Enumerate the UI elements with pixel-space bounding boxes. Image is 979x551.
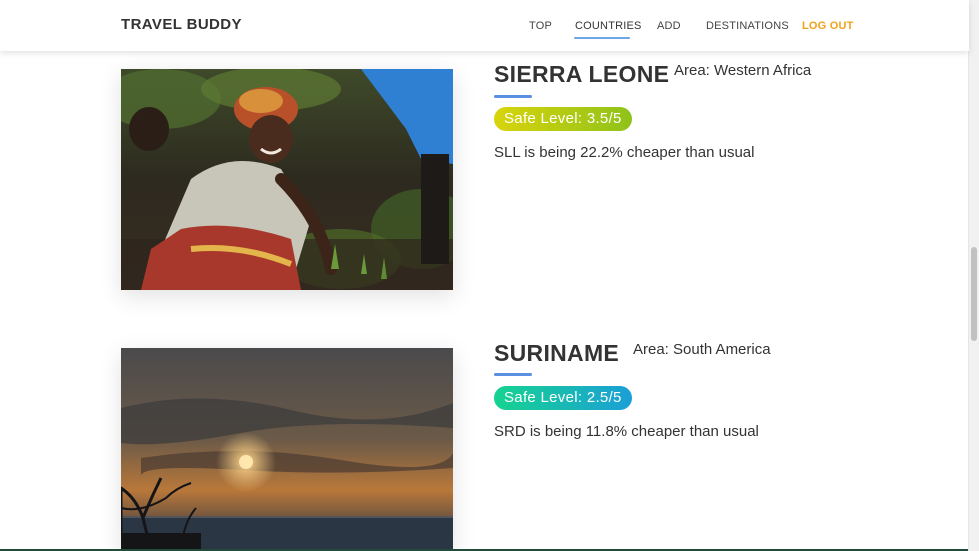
- country-name[interactable]: SURINAME: [494, 340, 619, 367]
- safe-level-badge: Safe Level: 2.5/5: [494, 386, 632, 410]
- navbar: TRAVEL BUDDY TOP COUNTRIES ADD DESTINATI…: [0, 0, 969, 51]
- nav-item-destinations[interactable]: DESTINATIONS: [706, 20, 789, 32]
- scrollbar-thumb[interactable]: [971, 247, 977, 341]
- nav-item-countries[interactable]: COUNTRIES: [575, 20, 642, 32]
- sunset-sea-photo: [121, 348, 453, 551]
- logout-button[interactable]: LOG OUT: [802, 20, 854, 32]
- country-card: SURINAME Area: South America Safe Level:…: [0, 0, 969, 551]
- nav-menu: TOP COUNTRIES ADD DESTINATIONS LOG OUT: [0, 20, 969, 40]
- nav-item-add[interactable]: ADD: [657, 20, 681, 32]
- title-underline: [494, 373, 532, 376]
- nav-item-top[interactable]: TOP: [529, 20, 552, 32]
- scrollbar[interactable]: [968, 0, 979, 551]
- active-tab-underline: [574, 37, 630, 39]
- currency-note: SRD is being 11.8% cheaper than usual: [494, 423, 759, 440]
- page: TRAVEL BUDDY TOP COUNTRIES ADD DESTINATI…: [0, 0, 979, 551]
- country-area: Area: South America: [633, 341, 771, 358]
